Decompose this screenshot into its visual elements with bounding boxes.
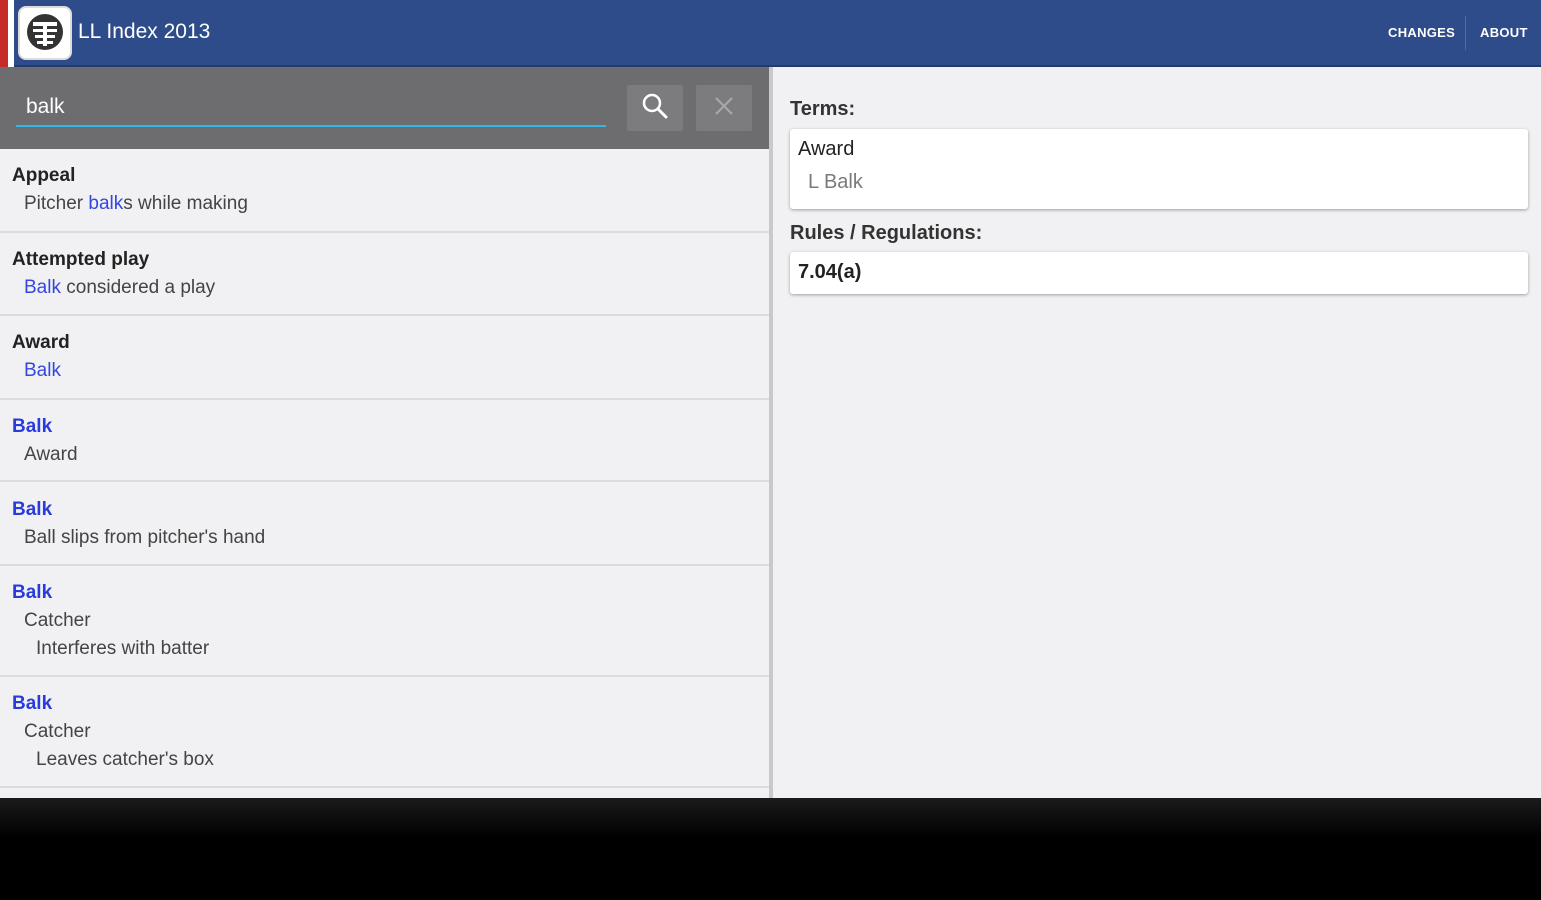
list-item[interactable]: Balk Catcher Interferes with batter: [0, 566, 769, 677]
result-subtitle: Catcher: [24, 721, 91, 742]
search-button[interactable]: [627, 85, 683, 131]
search-icon: [640, 91, 670, 126]
white-stripe: [8, 0, 14, 67]
results-pane: Appeal Pitcher balks while making Attemp…: [0, 67, 769, 798]
menu-divider: [1465, 16, 1466, 50]
result-title: Award: [12, 332, 70, 353]
about-menu-item[interactable]: ABOUT: [1480, 25, 1528, 40]
search-input[interactable]: [16, 89, 606, 127]
result-subtitle: Pitcher balks while making: [24, 193, 248, 214]
umpire-mask-logo-icon[interactable]: [18, 6, 72, 60]
system-bar-area: [0, 798, 1541, 900]
close-icon: [712, 94, 736, 123]
result-subtitle: Catcher: [24, 610, 91, 631]
term-subtitle: L Balk: [808, 171, 863, 193]
detail-pane: Terms: Award L Balk Rules / Regulations:…: [773, 67, 1541, 798]
result-subtitle: Balk: [24, 360, 61, 381]
rules-label: Rules / Regulations:: [790, 222, 983, 244]
list-item[interactable]: Attempted play Balk considered a play: [0, 233, 769, 316]
term-title: Award: [798, 138, 855, 160]
list-item[interactable]: Balk Catcher Leaves catcher's box: [0, 677, 769, 788]
terms-label: Terms:: [790, 98, 856, 120]
results-list: Appeal Pitcher balks while making Attemp…: [0, 149, 769, 788]
term-card[interactable]: Award L Balk: [790, 129, 1528, 209]
result-subtitle: Award: [24, 444, 78, 465]
result-subtitle: Balk considered a play: [24, 277, 216, 298]
action-bar: LL Index 2013 CHANGES ABOUT: [0, 0, 1541, 67]
app-window: LL Index 2013 CHANGES ABOUT balk Appeal …: [0, 0, 1541, 798]
changes-menu-item[interactable]: CHANGES: [1388, 25, 1455, 40]
list-item[interactable]: Award Balk: [0, 316, 769, 400]
result-subtitle: Ball slips from pitcher's hand: [24, 527, 266, 548]
rule-reference: 7.04(a): [798, 261, 862, 283]
result-title: Attempted play: [12, 249, 150, 270]
result-subtitle-2: Leaves catcher's box: [36, 749, 214, 770]
clear-search-button[interactable]: [696, 85, 752, 131]
result-title: Appeal: [12, 165, 76, 186]
result-title: Balk: [12, 693, 53, 714]
result-subtitle-2: Interferes with batter: [36, 638, 210, 659]
red-stripe: [0, 0, 8, 67]
rule-card[interactable]: 7.04(a): [790, 252, 1528, 294]
list-item[interactable]: Appeal Pitcher balks while making: [0, 149, 769, 233]
result-title: Balk: [12, 499, 53, 520]
search-bar: [0, 67, 769, 149]
result-title: Balk: [12, 416, 53, 437]
app-title: LL Index 2013: [78, 20, 211, 43]
list-item[interactable]: Balk Ball slips from pitcher's hand: [0, 482, 769, 566]
list-item[interactable]: Balk Award: [0, 400, 769, 482]
result-title: Balk: [12, 582, 53, 603]
